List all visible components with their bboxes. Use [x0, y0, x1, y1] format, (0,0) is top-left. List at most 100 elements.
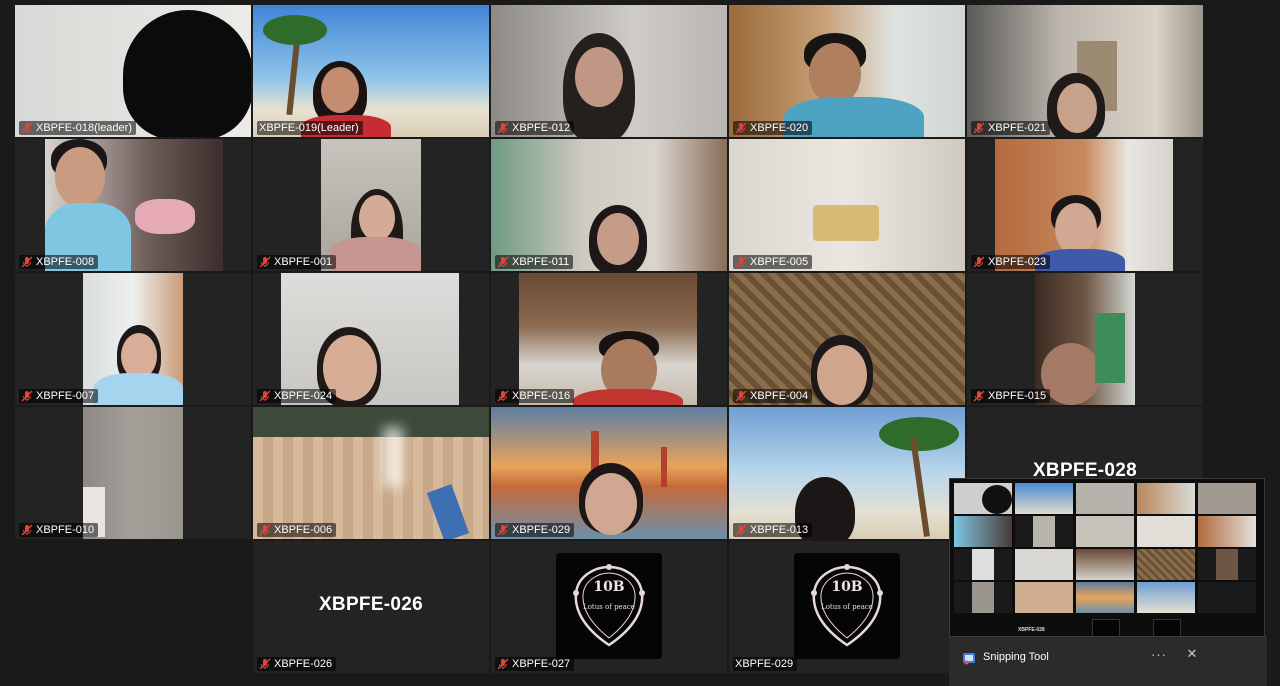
video-feed — [967, 5, 1203, 137]
participant-tile-005[interactable]: XBPFE-005 — [729, 139, 965, 271]
participant-name: XBPFE-019(Leader) — [259, 122, 359, 134]
snip-preview-thumbnail[interactable]: XBPFE-028 — [949, 478, 1265, 640]
participant-name: XBPFE-012 — [512, 122, 571, 134]
participant-tile-029-video[interactable]: XBPFE-029 — [491, 407, 727, 539]
participant-tile-013[interactable]: XBPFE-013 — [729, 407, 965, 539]
mini-tile — [1076, 483, 1134, 514]
participant-name-tag: XBPFE-005 — [733, 255, 813, 269]
logo-subtitle: Lotus of peace — [821, 603, 873, 611]
participant-name-tag: XBPFE-006 — [257, 523, 337, 537]
mini-tile — [1076, 516, 1134, 547]
close-notification-button[interactable]: ✕ — [1182, 646, 1202, 666]
participant-name-tag: XBPFE-029 — [733, 657, 798, 671]
profile-picture-logo: 10B Lotus of peace — [794, 553, 900, 659]
participant-name-tag: XBPFE-029 — [495, 523, 575, 537]
participant-tile-011[interactable]: XBPFE-011 — [491, 139, 727, 271]
video-feed — [995, 139, 1173, 271]
participant-name-tag: XBPFE-011 — [495, 255, 574, 269]
participant-tile-007[interactable]: XBPFE-007 — [15, 273, 251, 405]
more-options-button[interactable]: ··· — [1149, 647, 1169, 665]
participant-tile-001[interactable]: XBPFE-001 — [253, 139, 489, 271]
participant-name-tag: XBPFE-027 — [495, 657, 575, 671]
mini-tile — [1137, 549, 1195, 580]
participant-name: XBPFE-029 — [512, 524, 571, 536]
participant-tile-004[interactable]: XBPFE-004 — [729, 273, 965, 405]
mini-tile — [1137, 582, 1195, 613]
participant-name: XBPFE-021 — [988, 122, 1047, 134]
mic-muted-icon — [21, 524, 33, 536]
participant-name: XBPFE-010 — [36, 524, 95, 536]
participant-name-tag: XBPFE-019(Leader) — [257, 121, 363, 135]
profile-picture-logo: 10B Lotus of peace — [556, 553, 662, 659]
mini-tile — [954, 549, 1012, 580]
participant-name: XBPFE-027 — [512, 658, 571, 670]
mini-tile — [1076, 582, 1134, 613]
mic-muted-icon — [735, 390, 747, 402]
participant-name: XBPFE-006 — [274, 524, 333, 536]
participant-tile-018[interactable]: XBPFE-018(leader) — [15, 5, 251, 137]
mic-muted-icon — [497, 390, 509, 402]
mini-tile — [1076, 549, 1134, 580]
participant-name: XBPFE-023 — [988, 256, 1047, 268]
video-feed — [253, 407, 489, 539]
participant-name: XBPFE-007 — [36, 390, 95, 402]
participant-name: XBPFE-001 — [274, 256, 333, 268]
participant-name-tag: XBPFE-004 — [733, 389, 813, 403]
mini-tile — [1015, 516, 1073, 547]
participant-tile-010[interactable]: XBPFE-010 — [15, 407, 251, 539]
video-feed — [253, 5, 489, 137]
logo-title: 10B — [593, 579, 625, 595]
mini-tile — [1198, 549, 1256, 580]
video-feed — [491, 5, 727, 137]
mini-tile — [1015, 549, 1073, 580]
participant-name-tag: XBPFE-010 — [19, 523, 99, 537]
participant-name-tag: XBPFE-007 — [19, 389, 99, 403]
participant-tile-019[interactable]: XBPFE-019(Leader) — [253, 5, 489, 137]
video-feed — [729, 5, 965, 137]
participant-name: XBPFE-008 — [36, 256, 95, 268]
participant-tile-015[interactable]: XBPFE-015 — [967, 273, 1203, 405]
meeting-window: XBPFE-018(leader) XBPFE-019(Leader) XBPF… — [0, 0, 1280, 686]
snipping-tool-notification[interactable]: Snipping Tool ··· ✕ — [949, 636, 1267, 686]
mic-muted-icon — [259, 256, 271, 268]
participant-tile-024[interactable]: XBPFE-024 — [253, 273, 489, 405]
participant-name-tag: XBPFE-018(leader) — [19, 121, 136, 135]
participant-name: XBPFE-013 — [750, 524, 809, 536]
participant-tile-008[interactable]: XBPFE-008 — [15, 139, 251, 271]
mini-preview-name: XBPFE-028 — [1018, 627, 1045, 633]
mini-tile — [1015, 483, 1073, 514]
video-feed — [491, 407, 727, 539]
participant-name-tag: XBPFE-008 — [19, 255, 99, 269]
participant-name-tag: XBPFE-013 — [733, 523, 813, 537]
participant-name-tag: XBPFE-020 — [733, 121, 813, 135]
participant-name: XBPFE-026 — [274, 658, 333, 670]
video-feed — [83, 273, 183, 405]
participant-tile-029[interactable]: 10B Lotus of peace XBPFE-029 — [729, 541, 965, 673]
snipping-tool-icon — [963, 653, 975, 665]
participant-tile-012[interactable]: XBPFE-012 — [491, 5, 727, 137]
video-feed — [15, 5, 251, 137]
participant-tile-021[interactable]: XBPFE-021 — [967, 5, 1203, 137]
mini-tile — [1137, 483, 1195, 514]
participant-name: XBPFE-015 — [988, 390, 1047, 402]
mini-tile — [954, 582, 1012, 613]
video-feed — [45, 139, 223, 271]
participant-name-tag: XBPFE-026 — [257, 657, 337, 671]
participant-tile-020[interactable]: XBPFE-020 — [729, 5, 965, 137]
participant-name: XBPFE-018(leader) — [36, 122, 132, 134]
mic-muted-icon — [497, 122, 509, 134]
mic-muted-icon — [497, 658, 509, 670]
participant-tile-026[interactable]: XBPFE-026 XBPFE-026 — [253, 541, 489, 673]
participant-tile-027[interactable]: 10B Lotus of peace XBPFE-027 — [491, 541, 727, 673]
participant-tile-016[interactable]: XBPFE-016 — [491, 273, 727, 405]
participant-display-name: XBPFE-026 — [318, 593, 424, 615]
participant-tile-023[interactable]: XBPFE-023 — [967, 139, 1203, 271]
mini-tile — [954, 516, 1012, 547]
logo-subtitle: Lotus of peace — [583, 603, 635, 611]
participant-name: XBPFE-005 — [750, 256, 809, 268]
participant-tile-006[interactable]: XBPFE-006 — [253, 407, 489, 539]
video-feed — [519, 273, 697, 405]
mini-tile — [1198, 516, 1256, 547]
participant-name-tag: XBPFE-015 — [971, 389, 1051, 403]
logo-title: 10B — [831, 579, 863, 595]
